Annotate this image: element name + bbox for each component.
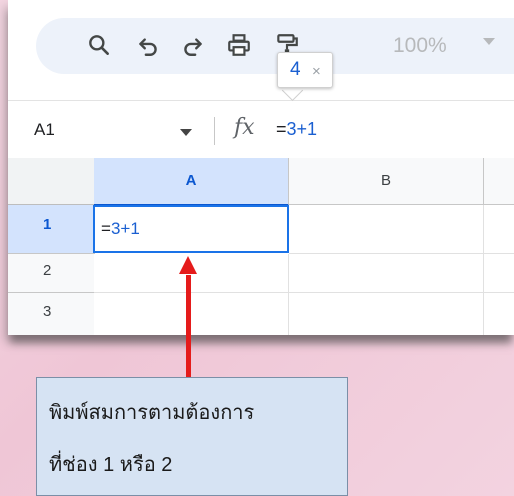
instruction-callout: พิมพ์สมการตามต้องการ ที่ช่อง 1 หรือ 2 (36, 377, 348, 496)
toolbar: 100% (8, 0, 514, 100)
row-label: 1 (43, 216, 52, 233)
tooltip-value: 4 (290, 59, 301, 80)
zoom-select[interactable]: 100% (393, 34, 447, 58)
callout-line-2: ที่ช่อง 1 หรือ 2 (49, 454, 173, 476)
row-header-3[interactable]: 3 (8, 293, 95, 335)
print-icon[interactable] (226, 32, 252, 58)
column-header-b[interactable]: B (289, 158, 484, 205)
search-icon[interactable] (86, 32, 112, 58)
column-header-a[interactable]: A (94, 158, 289, 206)
spreadsheet-window: 100% 4 × A1 fx =3+1 A B 1 2 3 =3+1 (8, 0, 514, 335)
chevron-down-icon[interactable] (180, 129, 192, 136)
row-header-1[interactable]: 1 (8, 205, 95, 254)
chevron-down-icon[interactable] (483, 38, 495, 45)
cell-a3[interactable] (94, 293, 289, 335)
formula-expression: 3+1 (286, 119, 318, 139)
cell-c1[interactable] (484, 205, 514, 254)
pointer-arrow-line (186, 275, 191, 377)
fx-icon: fx (234, 115, 255, 140)
cell-c2[interactable] (484, 254, 514, 293)
cell-expression: 3+1 (110, 219, 140, 238)
undo-icon[interactable] (135, 32, 161, 58)
arrow-up-icon (179, 256, 197, 274)
cell-b1[interactable] (289, 205, 484, 254)
sheet-grid: A B 1 2 3 =3+1 (8, 158, 514, 335)
cell-b3[interactable] (289, 293, 484, 335)
cell-a1[interactable]: =3+1 (93, 205, 289, 253)
cell-equals: = (101, 219, 111, 238)
row-label: 3 (43, 303, 52, 320)
formula-input[interactable]: =3+1 (276, 119, 317, 140)
row-label: 2 (43, 262, 52, 279)
select-all-corner[interactable] (8, 158, 95, 206)
column-header-c[interactable] (484, 158, 514, 205)
close-icon[interactable]: × (312, 63, 321, 80)
redo-icon[interactable] (180, 32, 206, 58)
name-box[interactable]: A1 (34, 120, 55, 140)
cell-b2[interactable] (289, 254, 484, 293)
formula-equals: = (276, 119, 287, 139)
callout-line-1: พิมพ์สมการตามต้องการ (49, 402, 255, 424)
formula-result-tooltip: 4 × (277, 52, 333, 88)
row-header-2[interactable]: 2 (8, 254, 95, 293)
formula-bar: A1 fx =3+1 (8, 100, 514, 160)
cell-a1-content: =3+1 (101, 219, 140, 239)
divider (214, 117, 215, 145)
cell-c3[interactable] (484, 293, 514, 335)
